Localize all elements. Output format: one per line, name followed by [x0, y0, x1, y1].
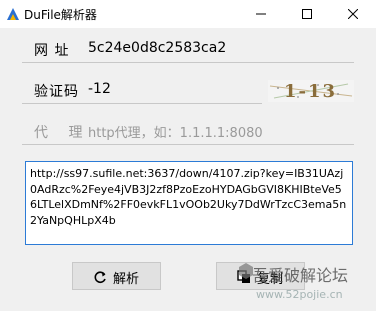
watermark: 吾爱破解论坛 www.52pojie.cn: [238, 262, 376, 311]
maximize-button[interactable]: [284, 0, 330, 28]
window-title: DuFile解析器: [24, 8, 97, 22]
parse-button[interactable]: 解析: [72, 262, 161, 290]
proxy-row[interactable]: 代 理 http代理，如：1.1.1.1:8080: [22, 118, 354, 145]
captcha-input[interactable]: -12: [88, 81, 111, 97]
close-button[interactable]: [330, 0, 376, 28]
minimize-button[interactable]: [238, 0, 284, 28]
parse-button-label: 解析: [113, 272, 140, 287]
captcha-image[interactable]: 1-13: [268, 80, 354, 102]
proxy-label: 代 理: [34, 125, 91, 141]
url-input[interactable]: 5c24e0d8c2583ca2: [88, 40, 226, 56]
captcha-label: 验证码: [34, 84, 79, 100]
url-row[interactable]: 网 址 5c24e0d8c2583ca2: [22, 36, 354, 63]
refresh-icon: [94, 271, 106, 283]
captcha-text: 1-13: [284, 81, 338, 102]
proxy-input[interactable]: http代理，如：1.1.1.1:8080: [88, 122, 263, 141]
minimize-icon: [256, 13, 266, 15]
title-bar: DuFile解析器: [0, 0, 376, 28]
watermark-url: www.52pojie.cn: [256, 288, 343, 301]
url-label: 网 址: [34, 43, 70, 59]
close-icon: [348, 9, 358, 19]
maximize-icon: [302, 9, 312, 19]
watermark-text: 吾爱破解论坛: [252, 266, 349, 285]
captcha-row[interactable]: 验证码 -12: [22, 77, 262, 104]
app-icon: [4, 5, 22, 23]
result-textarea[interactable]: http://ss97.sufile.net:3637/down/4107.zi…: [25, 161, 353, 245]
